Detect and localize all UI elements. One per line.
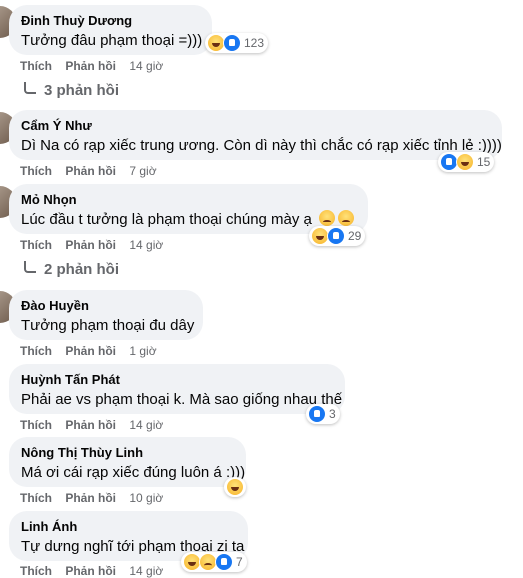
comment-actions: Thích Phản hồi 14 giờ [20,564,163,578]
timestamp[interactable]: 14 giờ [129,238,163,252]
reply-button[interactable]: Phản hồi [65,491,116,505]
timestamp[interactable]: 14 giờ [129,564,163,578]
like-button[interactable]: Thích [20,238,52,252]
reaction-count: 123 [244,36,265,50]
like-button[interactable]: Thích [20,344,52,358]
commenter-name[interactable]: Huỳnh Tấn Phát [21,372,333,388]
comment-bubble: Đinh Thuỳ Dương Tưởng đâu phạm thoại =))… [9,5,212,55]
like-button[interactable]: Thích [20,164,52,178]
comment-actions: Thích Phản hồi 1 giờ [20,344,157,358]
like-button[interactable]: Thích [20,564,52,578]
reply-arrow-icon [24,81,36,94]
view-replies-button[interactable]: 2 phản hồi [24,260,119,278]
reply-button[interactable]: Phản hồi [65,564,116,578]
commenter-name[interactable]: Linh Ánh [21,519,236,535]
comment-actions: Thích Phản hồi 14 giờ [20,418,163,432]
like-icon [308,405,326,423]
reply-button[interactable]: Phản hồi [65,164,116,178]
comment-bubble: Nông Thị Thùy Linh Má ơi cái rạp xiếc đú… [9,437,246,487]
commenter-name[interactable]: Cẩm Ý Như [21,118,490,134]
confused-emoji-icon [338,210,355,226]
reaction-count: 3 [329,407,336,421]
comment-text: Dì Na có rạp xiếc trung ương. Còn dì này… [21,137,502,154]
comment-text: Tưởng phạm thoại đu dây [21,317,195,334]
comment-actions: Thích Phản hồi 7 giờ [20,164,157,178]
timestamp[interactable]: 10 giờ [129,491,163,505]
comment-actions: Thích Phản hồi 14 giờ [20,59,163,73]
reaction-summary[interactable]: 29 [309,226,366,246]
comment-text: Tưởng đâu phạm thoại =))) [21,32,203,49]
reaction-count: 7 [236,555,243,569]
comment-text: Lúc đầu t tưởng là phạm thoại chúng mày … [21,210,356,230]
reply-button[interactable]: Phản hồi [65,238,116,252]
commenter-name[interactable]: Mỏ Nhọn [21,192,356,208]
timestamp[interactable]: 7 giờ [129,164,156,178]
comment-actions: Thích Phản hồi 14 giờ [20,238,163,252]
comment-text: Phải ae vs phạm thoại k. Mà sao giống nh… [21,391,343,408]
replies-label: 3 phản hồi [44,82,119,99]
reaction-summary[interactable]: 7 [181,552,247,572]
timestamp[interactable]: 1 giờ [129,344,156,358]
comment-text: Má ơi cái rạp xiếc đúng luôn á :))) [21,464,246,481]
reply-button[interactable]: Phản hồi [65,418,116,432]
reaction-summary[interactable]: 123 [205,33,269,53]
comment-bubble: Đào Huyền Tưởng phạm thoại đu dây [9,290,203,340]
reaction-summary[interactable] [224,477,246,497]
commenter-name[interactable]: Nông Thị Thùy Linh [21,445,234,461]
haha-icon [226,478,244,496]
comment-text-body: Lúc đầu t tưởng là phạm thoại chúng mày … [21,211,312,228]
comment-actions: Thích Phản hồi 10 giờ [20,491,163,505]
reply-arrow-icon [24,260,36,273]
like-button[interactable]: Thích [20,59,52,73]
like-icon [327,227,345,245]
reaction-summary[interactable]: 15 [438,152,495,172]
commenter-name[interactable]: Đinh Thuỳ Dương [21,13,200,29]
confused-emoji-icon [319,210,336,226]
like-button[interactable]: Thích [20,491,52,505]
comment-bubble: Cẩm Ý Như Dì Na có rạp xiếc trung ương. … [9,110,502,160]
like-icon [223,34,241,52]
like-icon [215,553,233,571]
reaction-count: 15 [477,155,491,169]
timestamp[interactable]: 14 giờ [129,59,163,73]
replies-label: 2 phản hồi [44,261,119,278]
reaction-count: 29 [348,229,362,243]
reply-button[interactable]: Phản hồi [65,344,116,358]
comment-bubble: Huỳnh Tấn Phát Phải ae vs phạm thoại k. … [9,364,345,414]
haha-icon [456,153,474,171]
commenter-name[interactable]: Đào Huyền [21,298,191,314]
view-replies-button[interactable]: 3 phản hồi [24,81,119,99]
like-button[interactable]: Thích [20,418,52,432]
timestamp[interactable]: 14 giờ [129,418,163,432]
reaction-summary[interactable]: 3 [306,404,340,424]
reply-button[interactable]: Phản hồi [65,59,116,73]
